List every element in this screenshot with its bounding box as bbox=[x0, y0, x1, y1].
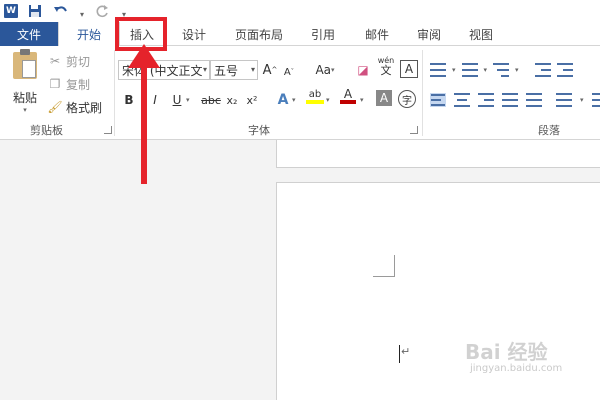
tab-page-layout[interactable]: 页面布局 bbox=[228, 22, 290, 46]
bullets-dropdown-icon[interactable]: ▾ bbox=[452, 66, 456, 74]
font-size-select[interactable]: 五号 ▾ bbox=[210, 60, 258, 80]
phonetic-guide-button[interactable]: wén 文 bbox=[376, 56, 396, 76]
margin-corner-mark bbox=[373, 255, 395, 277]
change-case-label: Aa bbox=[315, 63, 332, 77]
paragraph-mark-icon: ↵ bbox=[401, 345, 411, 358]
tab-review[interactable]: 审阅 bbox=[408, 22, 450, 46]
increase-indent-icon[interactable] bbox=[556, 63, 573, 77]
superscript-button[interactable]: x² bbox=[244, 90, 260, 110]
highlight-dropdown-icon[interactable]: ▾ bbox=[326, 96, 330, 104]
ribbon-home: 粘贴 ▾ ✂ 剪切 ❐ 复制 🖌 格式刷 剪贴板 宋体 (中文正文 ▾ 五号 ▾… bbox=[0, 46, 600, 140]
group-divider bbox=[114, 50, 115, 136]
tab-design[interactable]: 设计 bbox=[170, 22, 218, 46]
grow-font-button[interactable]: A ^ bbox=[262, 60, 278, 80]
clipboard-group-label: 剪贴板 bbox=[30, 124, 63, 137]
cut-label: 剪切 bbox=[66, 54, 91, 69]
paragraph-group-label: 段落 bbox=[538, 124, 560, 137]
paste-label: 粘贴 bbox=[12, 91, 37, 105]
shrink-font-label: A bbox=[283, 66, 291, 78]
multilevel-dropdown-icon[interactable]: ▾ bbox=[515, 66, 519, 74]
undo-icon[interactable] bbox=[52, 2, 70, 20]
copy-label: 复制 bbox=[66, 77, 91, 92]
clear-formatting-button[interactable]: ◪ bbox=[354, 60, 372, 80]
scissors-icon: ✂ bbox=[49, 54, 61, 68]
cut-button[interactable]: ✂ 剪切 bbox=[48, 52, 90, 70]
highlight-button[interactable]: ab bbox=[306, 88, 324, 104]
font-launcher-icon[interactable] bbox=[410, 126, 418, 134]
font-color-dropdown-icon[interactable]: ▾ bbox=[360, 96, 364, 104]
tab-view[interactable]: 视图 bbox=[460, 22, 502, 46]
format-painter-label: 格式刷 bbox=[66, 100, 103, 115]
chevron-down-icon: ▾ bbox=[202, 65, 207, 74]
word-logo-icon: W bbox=[4, 4, 18, 18]
save-icon[interactable] bbox=[26, 2, 44, 20]
tab-references[interactable]: 引用 bbox=[302, 22, 344, 46]
align-left-icon[interactable] bbox=[430, 93, 446, 107]
paste-button[interactable]: 粘贴 ▾ bbox=[8, 49, 42, 114]
previous-page-bottom bbox=[276, 140, 600, 168]
align-center-icon[interactable] bbox=[454, 93, 470, 107]
change-case-button[interactable]: Aa ▾ bbox=[310, 60, 340, 80]
align-right-icon[interactable] bbox=[478, 93, 494, 107]
shading-icon[interactable] bbox=[591, 93, 600, 107]
paragraph-row-2: ▾ bbox=[430, 90, 600, 110]
tab-file[interactable]: 文件 bbox=[0, 22, 58, 46]
format-painter-button[interactable]: 🖌 格式刷 bbox=[47, 98, 103, 116]
character-shading-button[interactable]: A bbox=[376, 90, 392, 106]
font-group-label: 字体 bbox=[248, 124, 270, 137]
line-spacing-dropdown-icon[interactable]: ▾ bbox=[580, 96, 584, 104]
undo-dropdown-icon[interactable]: ▾ bbox=[78, 3, 86, 19]
bullets-icon[interactable] bbox=[430, 63, 446, 77]
strikethrough-button[interactable]: abc bbox=[200, 90, 222, 110]
clipboard-icon bbox=[13, 49, 37, 79]
redo-icon[interactable] bbox=[94, 2, 112, 20]
font-color-button[interactable]: A bbox=[340, 87, 356, 104]
bold-button[interactable]: B bbox=[122, 90, 136, 110]
multilevel-list-icon[interactable] bbox=[493, 63, 510, 77]
title-bar: W ▾ ▾ bbox=[0, 0, 600, 22]
justify-icon[interactable] bbox=[502, 93, 518, 107]
chevron-down-icon: ▾ bbox=[250, 65, 255, 74]
enclose-characters-button[interactable]: 字 bbox=[398, 90, 416, 108]
underline-dropdown-icon[interactable]: ▾ bbox=[186, 96, 190, 104]
copy-icon: ❐ bbox=[49, 77, 61, 91]
distributed-icon[interactable] bbox=[526, 93, 542, 107]
paintbrush-icon: 🖌 bbox=[47, 100, 63, 114]
shrink-font-button[interactable]: Aˇ bbox=[282, 62, 296, 82]
character-border-label: A bbox=[404, 62, 414, 76]
paste-dropdown-icon[interactable]: ▾ bbox=[23, 106, 27, 114]
baidu-watermark-url: jingyan.baidu.com bbox=[470, 363, 563, 374]
annotation-arrow-shaft bbox=[141, 62, 147, 184]
character-border-button[interactable]: A bbox=[400, 60, 418, 78]
phonetic-guide-sub: 文 bbox=[380, 64, 392, 77]
copy-button[interactable]: ❐ 复制 bbox=[48, 75, 90, 93]
text-effects-button[interactable]: A bbox=[276, 90, 290, 110]
underline-button[interactable]: U bbox=[170, 90, 184, 110]
eraser-icon: ◪ bbox=[357, 63, 369, 77]
baidu-watermark: Bai 经验 bbox=[465, 340, 548, 364]
tab-mailings[interactable]: 邮件 bbox=[356, 22, 398, 46]
subscript-button[interactable]: x₂ bbox=[224, 90, 240, 110]
grow-font-label: A bbox=[262, 62, 272, 78]
clipboard-launcher-icon[interactable] bbox=[104, 126, 112, 134]
paragraph-row-1: ▾ ▾ ▾ bbox=[430, 60, 573, 80]
group-divider bbox=[422, 50, 423, 136]
text-effects-dropdown-icon[interactable]: ▾ bbox=[292, 96, 296, 104]
font-size-value: 五号 bbox=[214, 63, 239, 78]
numbering-dropdown-icon[interactable]: ▾ bbox=[484, 66, 488, 74]
italic-button[interactable]: I bbox=[148, 90, 162, 110]
numbering-icon[interactable] bbox=[461, 63, 478, 77]
tab-home[interactable]: 开始 bbox=[58, 22, 120, 47]
ribbon-tab-bar: 文件 开始 插入 设计 页面布局 引用 邮件 审阅 视图 bbox=[0, 22, 600, 47]
text-cursor bbox=[399, 345, 400, 363]
line-spacing-icon[interactable] bbox=[556, 93, 572, 107]
decrease-indent-icon[interactable] bbox=[534, 63, 551, 77]
quick-access-toolbar: W ▾ ▾ bbox=[4, 0, 128, 22]
